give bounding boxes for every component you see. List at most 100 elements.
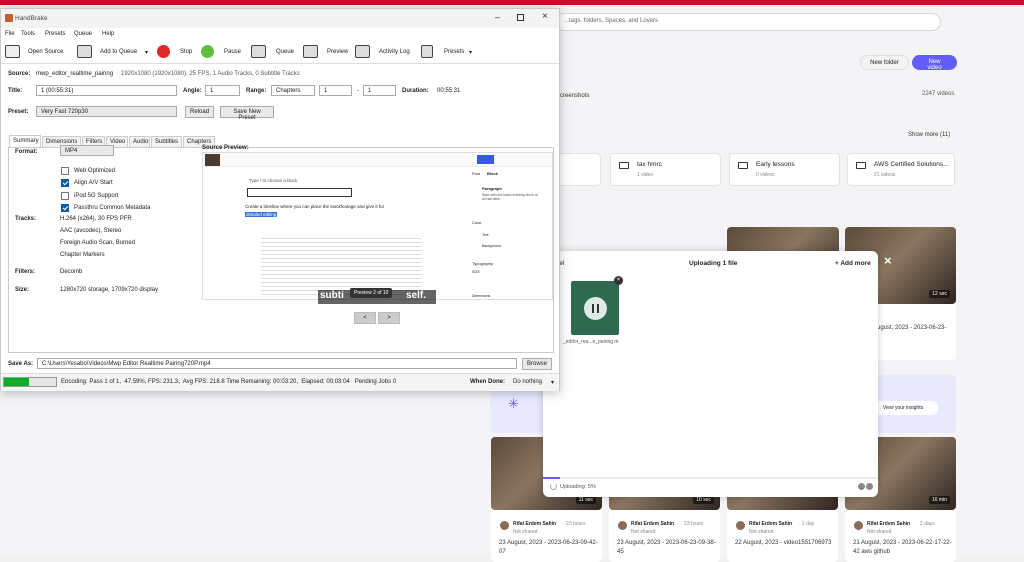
author-name[interactable]: Rifat Erdem Sahin: [513, 521, 556, 527]
open-source-button[interactable]: Open Source: [28, 49, 63, 55]
cancel-all-icon[interactable]: [866, 483, 873, 490]
source-preview-image: Type / to choose a block Create a timeli…: [202, 152, 553, 304]
close-button[interactable]: ×: [542, 11, 548, 22]
tab-audio[interactable]: Audio: [129, 136, 150, 147]
preview-button[interactable]: Preview: [327, 49, 348, 55]
video-title[interactable]: 22 August, 2023 - video1551706973: [735, 539, 835, 548]
minimize-button[interactable]: –: [495, 12, 500, 22]
browse-button[interactable]: Browse: [522, 358, 552, 370]
stop-button[interactable]: Stop: [180, 49, 192, 55]
video-title[interactable]: 23 August, 2023 - 2023-06-23-09-42-07: [499, 539, 599, 557]
chevron-down-icon[interactable]: ▾: [469, 49, 472, 56]
panel-heading: SIZE: [472, 270, 480, 274]
menu-presets[interactable]: Presets: [45, 31, 65, 37]
remove-file-icon[interactable]: ×: [614, 276, 623, 285]
tab-summary[interactable]: Summary: [9, 135, 41, 147]
folder-card[interactable]: tax hmrc 1 video: [610, 153, 721, 186]
angle-select[interactable]: 1: [205, 85, 240, 96]
search-input[interactable]: ...tags, folders, Spaces, and Lovers: [555, 13, 941, 31]
title-select[interactable]: 1 (00:55:31): [36, 85, 177, 96]
range-from-select[interactable]: 1: [319, 85, 352, 96]
folder-card[interactable]: AWS Certified Solutions... 21 videos: [847, 153, 955, 186]
pause-button[interactable]: Pause: [224, 49, 241, 55]
panel-heading: Color: [472, 220, 482, 225]
open-source-icon[interactable]: [5, 45, 20, 58]
checkbox-label: Align A/V Start: [74, 180, 113, 187]
avatar: [500, 521, 509, 530]
when-done-select[interactable]: Do nothing: [513, 379, 542, 385]
presets-button[interactable]: Presets: [444, 49, 464, 55]
format-select[interactable]: MP4: [60, 145, 114, 156]
range-to-select[interactable]: 1: [363, 85, 396, 96]
duration-label: Duration:: [402, 88, 429, 94]
file-tile[interactable]: ×: [571, 276, 623, 335]
pause-icon[interactable]: [584, 297, 607, 320]
folder-count: 1 video: [637, 172, 654, 178]
track-item: Chapter Markers: [60, 252, 105, 258]
pause-all-icon[interactable]: [858, 483, 865, 490]
author-name[interactable]: Rifat Erdem Sahin: [867, 521, 910, 527]
tab-subtitles[interactable]: Subtitles: [151, 136, 182, 147]
duration-badge: 12 sec: [929, 290, 950, 298]
stop-icon[interactable]: [157, 45, 170, 58]
source-preview-label: Source Preview:: [202, 145, 249, 151]
activity-log-icon[interactable]: [355, 45, 370, 58]
folder-icon: [856, 162, 866, 169]
doc-heading: Create a timeline where you can place th…: [245, 204, 385, 209]
menu-queue[interactable]: Queue: [74, 31, 92, 37]
filters-value: Decomb: [60, 269, 83, 275]
menu-file[interactable]: File: [5, 31, 15, 37]
preset-select[interactable]: Very Fast 720p30: [36, 106, 177, 117]
add-queue-icon[interactable]: [77, 45, 92, 58]
video-title[interactable]: 21 August, 2023 - 2023-06-22-17-22-42 aw…: [853, 539, 953, 557]
share-status[interactable]: Not shared: [513, 529, 537, 535]
new-folder-button[interactable]: New folder: [860, 55, 909, 70]
handbrake-window: HandBrake – × File Tools Presets Queue Help …: [0, 8, 560, 391]
upload-progress-fill: [543, 477, 560, 479]
add-to-queue-button[interactable]: Add to Queue: [100, 49, 137, 55]
preview-icon[interactable]: [303, 45, 318, 58]
panel-heading: Paragraph: [482, 186, 502, 191]
previous-preview-button[interactable]: <: [354, 312, 376, 324]
maximize-button[interactable]: [517, 14, 524, 21]
save-new-preset-button[interactable]: Save New Preset: [220, 106, 274, 121]
preview-badge: Preview 2 of 10: [350, 288, 393, 298]
share-status[interactable]: Not shared: [749, 529, 773, 535]
checkbox[interactable]: [61, 204, 69, 213]
folder-name: Early lessons: [756, 161, 795, 168]
menu-help[interactable]: Help: [102, 31, 114, 37]
add-more-button[interactable]: + Add more: [835, 260, 871, 267]
reload-button[interactable]: Reload: [185, 106, 214, 118]
close-dialog-icon[interactable]: ×: [884, 253, 892, 268]
pause-icon[interactable]: [201, 45, 214, 58]
next-preview-button[interactable]: >: [378, 312, 400, 324]
queue-icon[interactable]: [251, 45, 266, 58]
video-title[interactable]: 23 August, 2023 - 2023-06-23-09-38-45: [617, 539, 717, 557]
range-type-select[interactable]: Chapters: [271, 85, 315, 96]
author-name[interactable]: Rifat Erdem Sahin: [749, 521, 792, 527]
folder-card[interactable]: Early lessons 0 videos: [729, 153, 840, 186]
activity-log-button[interactable]: Activity Log: [379, 49, 410, 55]
new-video-button[interactable]: New video: [912, 55, 957, 71]
queue-button[interactable]: Queue: [276, 49, 294, 55]
duration-badge: 16 min: [928, 496, 950, 504]
presets-icon[interactable]: [421, 45, 433, 58]
save-as-input[interactable]: C:\Users\Yesabo\Videos\Mwp Editor Realti…: [37, 358, 517, 369]
track-item: AAC (avcodec), Stereo: [60, 228, 122, 234]
share-status[interactable]: Not shared: [631, 529, 655, 535]
video-title[interactable]: August, 2023 - 2023-06-23-: [873, 325, 946, 331]
screenshots-label[interactable]: creenshots: [560, 93, 589, 99]
file-name: _editor_rea...e_pairing.m: [563, 339, 619, 345]
checkbox[interactable]: [61, 167, 69, 175]
show-more-link[interactable]: Show more (11): [908, 132, 950, 138]
chevron-down-icon[interactable]: ▾: [145, 49, 148, 56]
author-name[interactable]: Rifat Erdem Sahin: [631, 521, 674, 527]
chevron-down-icon[interactable]: ▾: [551, 379, 554, 386]
size-value: 1280x720 storage, 1709x720 display: [60, 287, 159, 293]
insights-link[interactable]: View your insights: [868, 401, 938, 415]
logo-icon: ✳: [508, 396, 519, 411]
checkbox[interactable]: [61, 191, 69, 200]
menu-tools[interactable]: Tools: [21, 31, 35, 37]
checkbox[interactable]: [61, 179, 69, 188]
share-status[interactable]: Not shared: [867, 529, 891, 535]
